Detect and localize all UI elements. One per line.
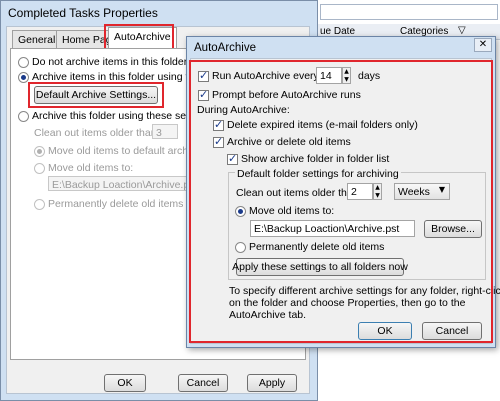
clean-out-spinner[interactable]: ▲ ▼ xyxy=(373,183,382,200)
delete-expired-checkbox[interactable] xyxy=(213,118,224,131)
run-every-spinner[interactable]: ▲ ▼ xyxy=(342,67,351,84)
radio-permanently-delete[interactable] xyxy=(34,199,45,210)
delete-expired-label: Delete expired items (e-mail folders onl… xyxy=(227,119,418,131)
move-path-field[interactable]: E:\Backup Loaction\Archive.pst xyxy=(48,176,197,191)
default-folder-settings-heading: Default folder settings for archiving xyxy=(235,168,401,180)
aa-ok-button[interactable]: OK xyxy=(358,322,412,340)
during-autoarchive-heading: During AutoArchive: xyxy=(197,104,290,116)
archive-or-delete-checkbox[interactable] xyxy=(213,135,224,148)
clean-out-unit-value: Weeks xyxy=(398,186,430,198)
clean-out-unit-select[interactable]: Weeks ▼ xyxy=(394,183,450,200)
label-do-not-archive: Do not archive items in this folder xyxy=(32,56,188,68)
radio-move-to[interactable] xyxy=(34,163,45,174)
radio-permanently-delete-aa[interactable] xyxy=(235,242,246,253)
aa-cancel-button[interactable]: Cancel xyxy=(422,322,482,340)
cancel-button[interactable]: Cancel xyxy=(178,374,228,392)
flag-filter-icon[interactable]: ▽ xyxy=(458,25,466,36)
archive-or-delete-label: Archive or delete old items xyxy=(227,136,351,148)
browse-button[interactable]: Browse... xyxy=(424,220,482,238)
tab-general[interactable]: General xyxy=(12,30,62,48)
clean-out-label: Clean out items older than xyxy=(236,187,359,199)
move-old-items-label: Move old items to: xyxy=(249,205,335,217)
days-label: days xyxy=(358,70,381,82)
show-archive-folder-label: Show archive folder in folder list xyxy=(241,153,390,165)
ok-button[interactable]: OK xyxy=(104,374,146,392)
run-every-days-field[interactable]: 14 xyxy=(316,67,342,84)
move-path-field[interactable]: E:\Backup Loaction\Archive.pst xyxy=(250,220,415,237)
run-autoarchive-label: Run AutoArchive every xyxy=(212,70,319,82)
apply-to-all-folders-button[interactable]: Apply these settings to all folders now xyxy=(232,258,408,276)
apply-button[interactable]: Apply xyxy=(247,374,297,392)
radio-do-not-archive[interactable] xyxy=(18,57,29,68)
radio-archive-custom[interactable] xyxy=(18,111,29,122)
label-move-to: Move old items to: xyxy=(48,162,134,174)
info-text-line2: on the folder and choose Properties, the… xyxy=(229,297,466,309)
default-archive-settings-button[interactable]: Default Archive Settings... xyxy=(34,86,158,104)
search-box[interactable] xyxy=(320,4,498,20)
dialog-title: Completed Tasks Properties xyxy=(8,6,158,20)
info-text-line1: To specify different archive settings fo… xyxy=(229,285,500,297)
radio-move-old-items[interactable] xyxy=(235,206,246,217)
autoarchive-dialog-title: AutoArchive xyxy=(194,42,257,54)
info-text-line3: AutoArchive tab. xyxy=(229,309,307,321)
run-autoarchive-checkbox[interactable] xyxy=(198,69,209,82)
prompt-before-checkbox[interactable] xyxy=(198,88,209,101)
show-archive-folder-checkbox[interactable] xyxy=(227,152,238,165)
permanently-delete-label: Permanently delete old items xyxy=(249,241,385,253)
radio-move-default[interactable] xyxy=(34,146,45,157)
prompt-before-label: Prompt before AutoArchive runs xyxy=(212,89,361,101)
close-icon[interactable]: ✕ xyxy=(474,38,492,52)
clean-out-value-field[interactable]: 3 xyxy=(152,124,178,139)
label-move-default: Move old items to default archive f xyxy=(48,145,208,157)
radio-archive-default[interactable] xyxy=(18,72,29,83)
chevron-down-icon: ▼ xyxy=(438,185,445,194)
label-clean-out: Clean out items older than xyxy=(34,127,157,139)
label-archive-custom: Archive this folder using these settings xyxy=(32,110,212,122)
label-permanently-delete: Permanently delete old items xyxy=(48,198,184,210)
clean-out-value-field[interactable]: 2 xyxy=(347,183,373,200)
tab-autoarchive[interactable]: AutoArchive xyxy=(108,27,177,49)
